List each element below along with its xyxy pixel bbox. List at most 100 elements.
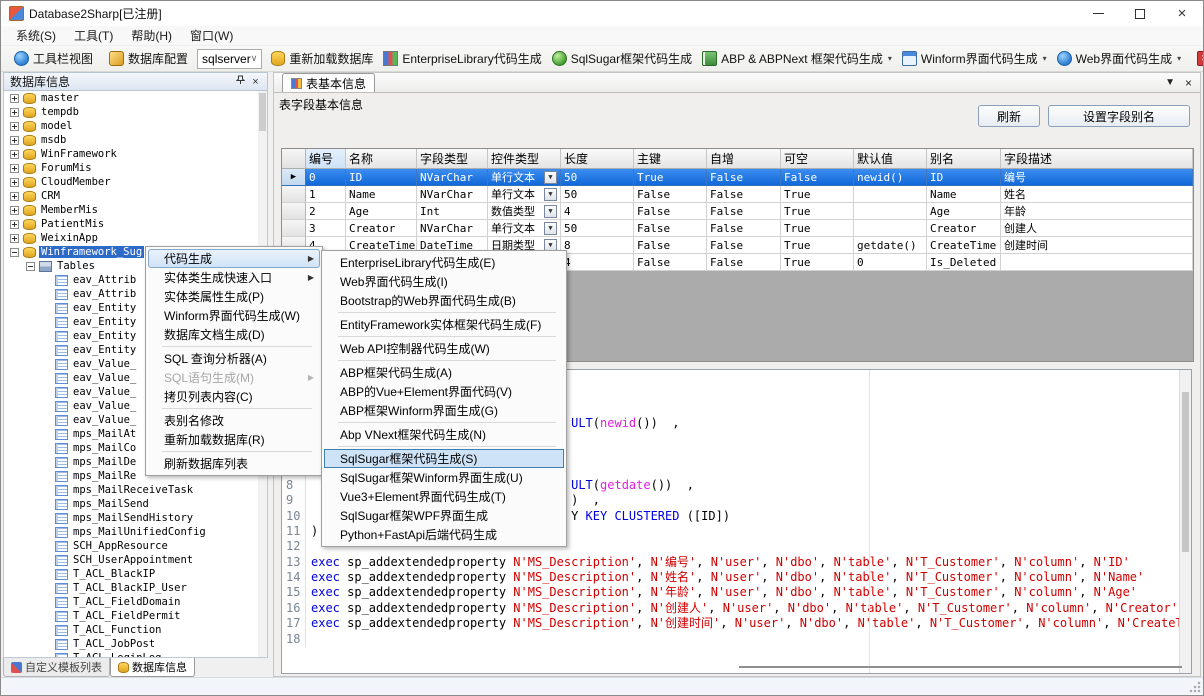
expand-icon[interactable] (10, 94, 19, 103)
tree-item[interactable]: T_ACL_LoginLog (4, 651, 267, 658)
set-field-alias-button[interactable]: 设置字段别名 (1048, 105, 1190, 127)
grid-cell[interactable]: 0 (854, 254, 927, 271)
menu-item[interactable]: EnterpriseLibrary代码生成(E) (324, 253, 564, 272)
menu-item[interactable]: Web界面代码生成(I) (324, 272, 564, 291)
menu-item[interactable]: 数据库文档生成(D) (148, 325, 320, 344)
grid-cell[interactable]: False (707, 203, 781, 220)
grid-cell[interactable]: False (707, 169, 781, 186)
tree-item[interactable]: msdb (4, 133, 267, 147)
menu-item[interactable]: Vue3+Element界面代码生成(T) (324, 487, 564, 506)
menu-item[interactable]: Bootstrap的Web界面代码生成(B) (324, 291, 564, 310)
menu-item[interactable]: Python+FastApi后端代码生成 (324, 525, 564, 544)
menu-item[interactable]: ABP框架Winform界面生成(G) (324, 401, 564, 420)
tree-item[interactable]: CRM (4, 189, 267, 203)
tree-item[interactable]: T_ACL_Function (4, 623, 267, 637)
grid-column-header[interactable]: 字段类型 (417, 149, 488, 169)
grid-cell[interactable]: 年龄 (1001, 203, 1193, 220)
grid-cell[interactable]: 单行文本▼ (488, 220, 561, 237)
tree-item[interactable]: mps_MailSend (4, 497, 267, 511)
menu-item[interactable]: Winform界面代码生成(W) (148, 306, 320, 325)
grid-cell[interactable]: Creator (927, 220, 1001, 237)
tab-close-icon[interactable]: × (1185, 76, 1192, 90)
grid-cell[interactable]: 4 (561, 203, 634, 220)
grid-cell[interactable]: 数值类型▼ (488, 203, 561, 220)
grid-cell[interactable]: True (781, 220, 854, 237)
grid-cell[interactable]: Is_Deleted (927, 254, 1001, 271)
menubar-item[interactable]: 工具(T) (65, 25, 122, 46)
tree-item[interactable]: T_ACL_BlackIP (4, 567, 267, 581)
tree-item[interactable]: WinFramework (4, 147, 267, 161)
tree-item[interactable]: T_ACL_FieldPermit (4, 609, 267, 623)
tree-item[interactable]: CloudMember (4, 175, 267, 189)
tree-item[interactable]: T_ACL_BlackIP_User (4, 581, 267, 595)
grid-cell[interactable]: newid() (854, 169, 927, 186)
minimize-button[interactable] (1077, 1, 1119, 26)
expand-icon[interactable] (10, 164, 19, 173)
row-header[interactable] (282, 220, 306, 237)
row-header[interactable] (282, 203, 306, 220)
grid-cell[interactable]: NVarChar (417, 169, 488, 186)
grid-cell[interactable]: False (707, 254, 781, 271)
grid-cell[interactable]: ID (927, 169, 1001, 186)
grid-column-header[interactable]: 别名 (927, 149, 1001, 169)
grid-cell[interactable]: NVarChar (417, 220, 488, 237)
grid-cell[interactable]: 创建人 (1001, 220, 1193, 237)
reload-db-button[interactable]: 重新加载数据库 (266, 48, 378, 69)
enterpriselibrary-gen-button[interactable]: EnterpriseLibrary代码生成 (378, 48, 546, 69)
grid-cell[interactable]: True (781, 203, 854, 220)
tree-item[interactable]: PatientMis (4, 217, 267, 231)
resize-grip[interactable] (1189, 681, 1201, 693)
menu-item[interactable]: 实体类生成快速入口▶ (148, 268, 320, 287)
grid-cell[interactable]: 创建时间 (1001, 237, 1193, 254)
grid-cell[interactable]: Creator (346, 220, 417, 237)
grid-cell[interactable]: CreateTime (927, 237, 1001, 254)
grid-cell[interactable]: Age (346, 203, 417, 220)
grid-cell[interactable]: False (634, 203, 707, 220)
grid-cell[interactable] (854, 186, 927, 203)
tab-table-basic-info[interactable]: 表基本信息 (282, 73, 375, 92)
grid-cell[interactable]: 0 (306, 169, 346, 186)
expand-icon[interactable] (10, 220, 19, 229)
tree-item[interactable]: SCH_UserAppointment (4, 553, 267, 567)
expand-icon[interactable] (10, 206, 19, 215)
grid-column-header[interactable]: 字段描述 (1001, 149, 1193, 169)
grid-column-header[interactable]: 编号 (306, 149, 346, 169)
web-gen-button[interactable]: Web界面代码生成 ▾ (1052, 48, 1186, 69)
collapse-icon[interactable] (10, 248, 19, 257)
grid-cell[interactable]: True (634, 169, 707, 186)
grid-column-header[interactable]: 主键 (634, 149, 707, 169)
tree-item[interactable]: SCH_AppResource (4, 539, 267, 553)
close-icon[interactable]: × (248, 76, 263, 88)
panel-tab-template-list[interactable]: 自定义模板列表 (3, 658, 110, 677)
menu-item[interactable]: ABP的Vue+Element界面代码(V) (324, 382, 564, 401)
tree-item[interactable]: T_ACL_JobPost (4, 637, 267, 651)
combo-dropdown-icon[interactable]: ▼ (544, 188, 557, 201)
menu-item[interactable]: SQL 查询分析器(A) (148, 349, 320, 368)
abp-gen-button[interactable]: ABP & ABPNext 框架代码生成 ▾ (697, 48, 897, 69)
menu-item[interactable]: SqlSugar框架WPF界面生成 (324, 506, 564, 525)
grid-cell[interactable] (1001, 254, 1193, 271)
tree-item[interactable]: WeixinApp (4, 231, 267, 245)
grid-cell[interactable]: Int (417, 203, 488, 220)
tree-item[interactable]: master (4, 91, 267, 105)
code-scrollbar[interactable] (1179, 370, 1191, 673)
grid-cell[interactable] (282, 149, 306, 169)
grid-cell[interactable]: False (707, 220, 781, 237)
menu-item[interactable]: 表别名修改 (148, 411, 320, 430)
tab-list-dropdown-icon[interactable]: ▼ (1165, 77, 1175, 88)
exit-button[interactable]: × 退出 (1192, 48, 1204, 69)
toolbar-view-button[interactable]: 工具栏视图 (9, 48, 98, 69)
grid-cell[interactable]: False (707, 237, 781, 254)
grid-cell[interactable]: 2 (306, 203, 346, 220)
grid-cell[interactable]: ID (346, 169, 417, 186)
combo-dropdown-icon[interactable]: ▼ (544, 205, 557, 218)
grid-cell[interactable]: Name (927, 186, 1001, 203)
menu-item[interactable]: SqlSugar框架代码生成(S) (324, 449, 564, 468)
tree-item[interactable]: T_ACL_FieldDomain (4, 595, 267, 609)
grid-cell[interactable]: True (781, 186, 854, 203)
grid-cell[interactable]: 4 (561, 254, 634, 271)
grid-cell[interactable]: False (707, 186, 781, 203)
grid-cell[interactable]: False (781, 169, 854, 186)
tree-item[interactable]: MemberMis (4, 203, 267, 217)
expand-icon[interactable] (10, 178, 19, 187)
